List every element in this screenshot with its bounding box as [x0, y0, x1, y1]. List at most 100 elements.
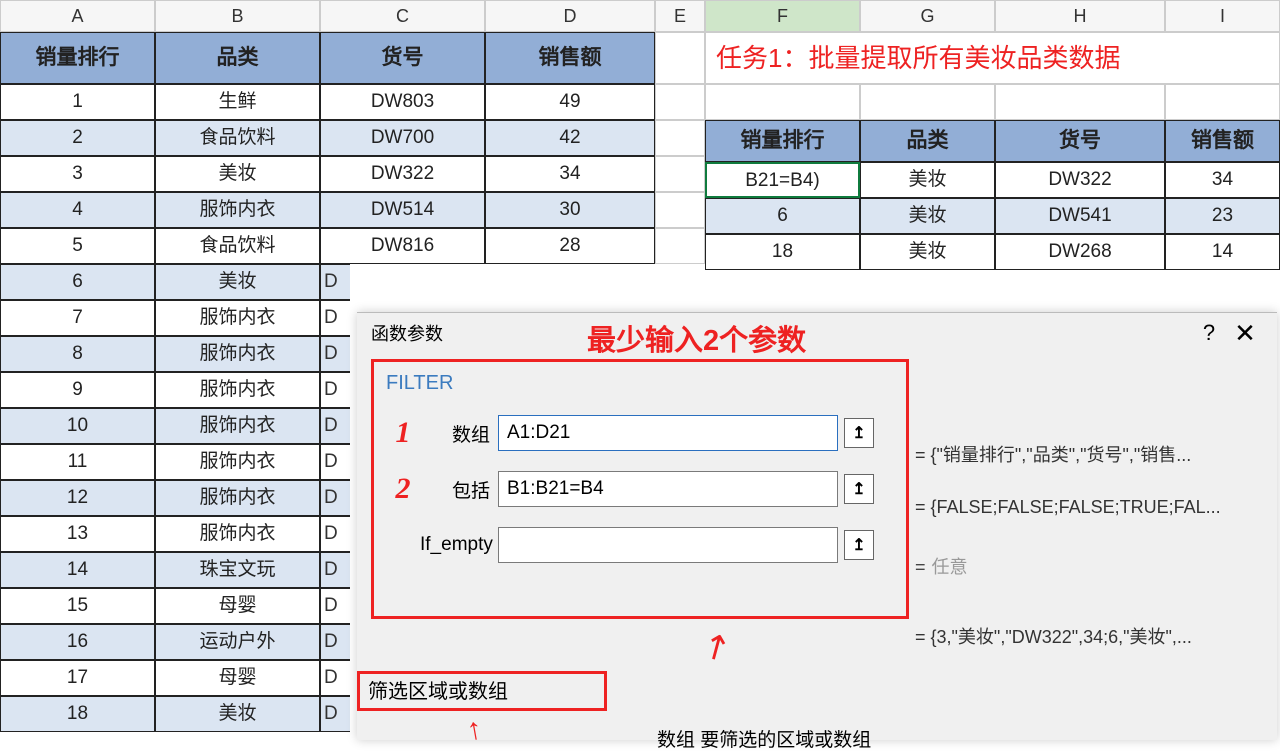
cell-category[interactable]: 生鲜 — [155, 84, 320, 120]
col-A[interactable]: A — [0, 0, 155, 32]
range-picker-button[interactable]: ↥ — [844, 418, 874, 448]
cell-rank[interactable]: 14 — [0, 552, 155, 588]
param-input[interactable] — [498, 471, 838, 507]
cell-category[interactable]: 服饰内衣 — [155, 372, 320, 408]
cell-H[interactable]: DW322 — [995, 162, 1165, 198]
cell-rank[interactable]: 5 — [0, 228, 155, 264]
cell-category[interactable]: 服饰内衣 — [155, 192, 320, 228]
cell-category[interactable]: 服饰内衣 — [155, 408, 320, 444]
cell-H[interactable]: DW541 — [995, 198, 1165, 234]
cell-blank-I[interactable] — [1165, 84, 1280, 120]
cell-rank[interactable]: 4 — [0, 192, 155, 228]
hdr-sku: 货号 — [320, 32, 485, 84]
col-D[interactable]: D — [485, 0, 655, 32]
cell-F[interactable]: 18 — [705, 234, 860, 270]
cell-blank-H[interactable] — [995, 84, 1165, 120]
cell-sku-partial[interactable]: D — [320, 660, 350, 696]
cell-blank-G[interactable] — [860, 84, 995, 120]
cell-E[interactable] — [655, 192, 705, 228]
col-I[interactable]: I — [1165, 0, 1280, 32]
param-input[interactable] — [498, 415, 838, 451]
cell-rank[interactable]: 3 — [0, 156, 155, 192]
cell-E[interactable] — [655, 156, 705, 192]
cell-category[interactable]: 食品饮料 — [155, 228, 320, 264]
col-H[interactable]: H — [995, 0, 1165, 32]
cell-rank[interactable]: 12 — [0, 480, 155, 516]
cell-rank[interactable]: 17 — [0, 660, 155, 696]
help-button[interactable]: ? — [1191, 320, 1227, 346]
cell-category[interactable]: 服饰内衣 — [155, 336, 320, 372]
cell-rank[interactable]: 7 — [0, 300, 155, 336]
col-B[interactable]: B — [155, 0, 320, 32]
cell-F[interactable]: B21=B4) — [705, 162, 860, 198]
cell-sku[interactable]: DW514 — [320, 192, 485, 228]
cell-E[interactable] — [655, 228, 705, 264]
cell-sales[interactable]: 28 — [485, 228, 655, 264]
cell-sales[interactable]: 42 — [485, 120, 655, 156]
cell-category[interactable]: 服饰内衣 — [155, 516, 320, 552]
cell-E[interactable] — [655, 120, 705, 156]
cell-G[interactable]: 美妆 — [860, 234, 995, 270]
cell-category[interactable]: 食品饮料 — [155, 120, 320, 156]
cell-category[interactable]: 服饰内衣 — [155, 444, 320, 480]
cell-I[interactable]: 23 — [1165, 198, 1280, 234]
cell-category[interactable]: 服饰内衣 — [155, 300, 320, 336]
cell-H[interactable]: DW268 — [995, 234, 1165, 270]
cell-G[interactable]: 美妆 — [860, 162, 995, 198]
cell-sku-partial[interactable]: D — [320, 516, 350, 552]
cell-rank[interactable]: 2 — [0, 120, 155, 156]
param-input[interactable] — [498, 527, 838, 563]
cell-category[interactable]: 母婴 — [155, 588, 320, 624]
cell-category[interactable]: 美妆 — [155, 264, 320, 300]
cell-sales[interactable]: 34 — [485, 156, 655, 192]
cell-rank[interactable]: 9 — [0, 372, 155, 408]
cell-rank[interactable]: 11 — [0, 444, 155, 480]
cell-category[interactable]: 运动户外 — [155, 624, 320, 660]
cell-rank[interactable]: 13 — [0, 516, 155, 552]
col-G[interactable]: G — [860, 0, 995, 32]
cell-sku-partial[interactable]: D — [320, 408, 350, 444]
cell-category[interactable]: 珠宝文玩 — [155, 552, 320, 588]
cell-sku-partial[interactable]: D — [320, 696, 350, 732]
cell-sku[interactable]: DW803 — [320, 84, 485, 120]
cell-sku-partial[interactable]: D — [320, 552, 350, 588]
cell-rank[interactable]: 6 — [0, 264, 155, 300]
col-E[interactable]: E — [655, 0, 705, 32]
range-picker-button[interactable]: ↥ — [844, 530, 874, 560]
cell-sku-partial[interactable]: D — [320, 264, 350, 300]
col-F[interactable]: F — [705, 0, 860, 32]
cell-blank-F[interactable] — [705, 84, 860, 120]
cell-I[interactable]: 14 — [1165, 234, 1280, 270]
task-text: 任务1：批量提取所有美妆品类数据 — [705, 32, 1280, 84]
cell-sku[interactable]: DW322 — [320, 156, 485, 192]
cell-rank[interactable]: 1 — [0, 84, 155, 120]
cell-rank[interactable]: 16 — [0, 624, 155, 660]
cell-sku-partial[interactable]: D — [320, 480, 350, 516]
cell-sku[interactable]: DW816 — [320, 228, 485, 264]
cell-I[interactable]: 34 — [1165, 162, 1280, 198]
cell-E[interactable] — [655, 84, 705, 120]
cell-sales[interactable]: 49 — [485, 84, 655, 120]
cell-rank[interactable]: 18 — [0, 696, 155, 732]
cell-rank[interactable]: 10 — [0, 408, 155, 444]
cell-sku-partial[interactable]: D — [320, 624, 350, 660]
cell-sku-partial[interactable]: D — [320, 300, 350, 336]
cell-category[interactable]: 服饰内衣 — [155, 480, 320, 516]
cell-sku-partial[interactable]: D — [320, 444, 350, 480]
cell-sku-partial[interactable]: D — [320, 588, 350, 624]
cell-sku-partial[interactable]: D — [320, 372, 350, 408]
cell-sales[interactable]: 30 — [485, 192, 655, 228]
cell-rank[interactable]: 15 — [0, 588, 155, 624]
cell-category[interactable]: 美妆 — [155, 696, 320, 732]
cell-rank[interactable]: 8 — [0, 336, 155, 372]
cell-sku[interactable]: DW700 — [320, 120, 485, 156]
cell-E1[interactable] — [655, 32, 705, 84]
col-C[interactable]: C — [320, 0, 485, 32]
range-picker-button[interactable]: ↥ — [844, 474, 874, 504]
cell-G[interactable]: 美妆 — [860, 198, 995, 234]
cell-category[interactable]: 母婴 — [155, 660, 320, 696]
cell-F[interactable]: 6 — [705, 198, 860, 234]
cell-sku-partial[interactable]: D — [320, 336, 350, 372]
cell-category[interactable]: 美妆 — [155, 156, 320, 192]
close-button[interactable]: ✕ — [1227, 318, 1263, 349]
